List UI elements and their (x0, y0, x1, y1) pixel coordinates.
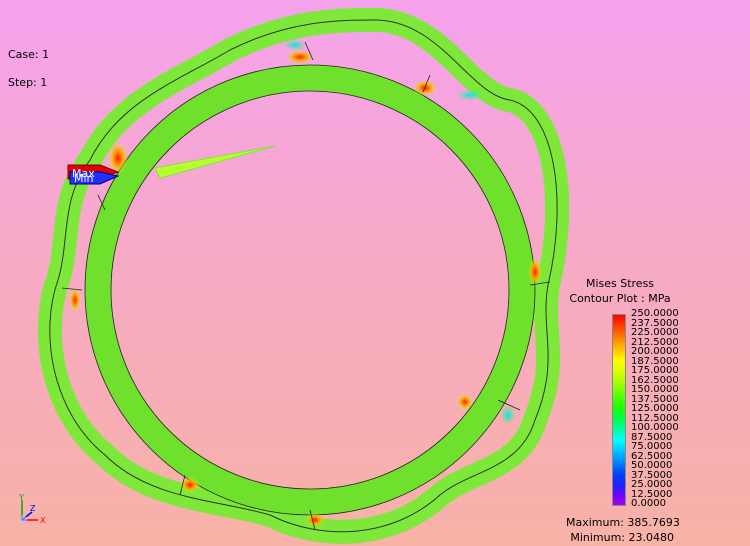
legend-title-line1: Mises Stress (585, 277, 655, 290)
axis-x-label: X (40, 516, 46, 525)
color-scale-ticks: 250.0000 237.5000 225.0000 212.5000 200.… (631, 309, 679, 509)
legend-title-line2: Contour Plot : MPa (569, 292, 671, 305)
stress-wedge (154, 145, 276, 179)
minimum-value: Minimum: 23.0480 (570, 531, 674, 544)
maximum-value: Maximum: 385.7693 (566, 516, 680, 529)
axis-triad-icon: Y Z X (18, 494, 46, 525)
min-marker-label: Min (74, 172, 94, 185)
color-scale-bar (612, 314, 626, 506)
axis-z-label: Z (30, 504, 36, 513)
legend-title: Mises Stress Contour Plot : MPa (565, 276, 675, 306)
tick-label: 0.0000 (631, 498, 666, 509)
axis-y-label: Y (18, 494, 24, 502)
inner-ring (84, 64, 536, 516)
max-min-summary: Maximum: 385.7693 Minimum: 23.0480 (566, 515, 680, 545)
